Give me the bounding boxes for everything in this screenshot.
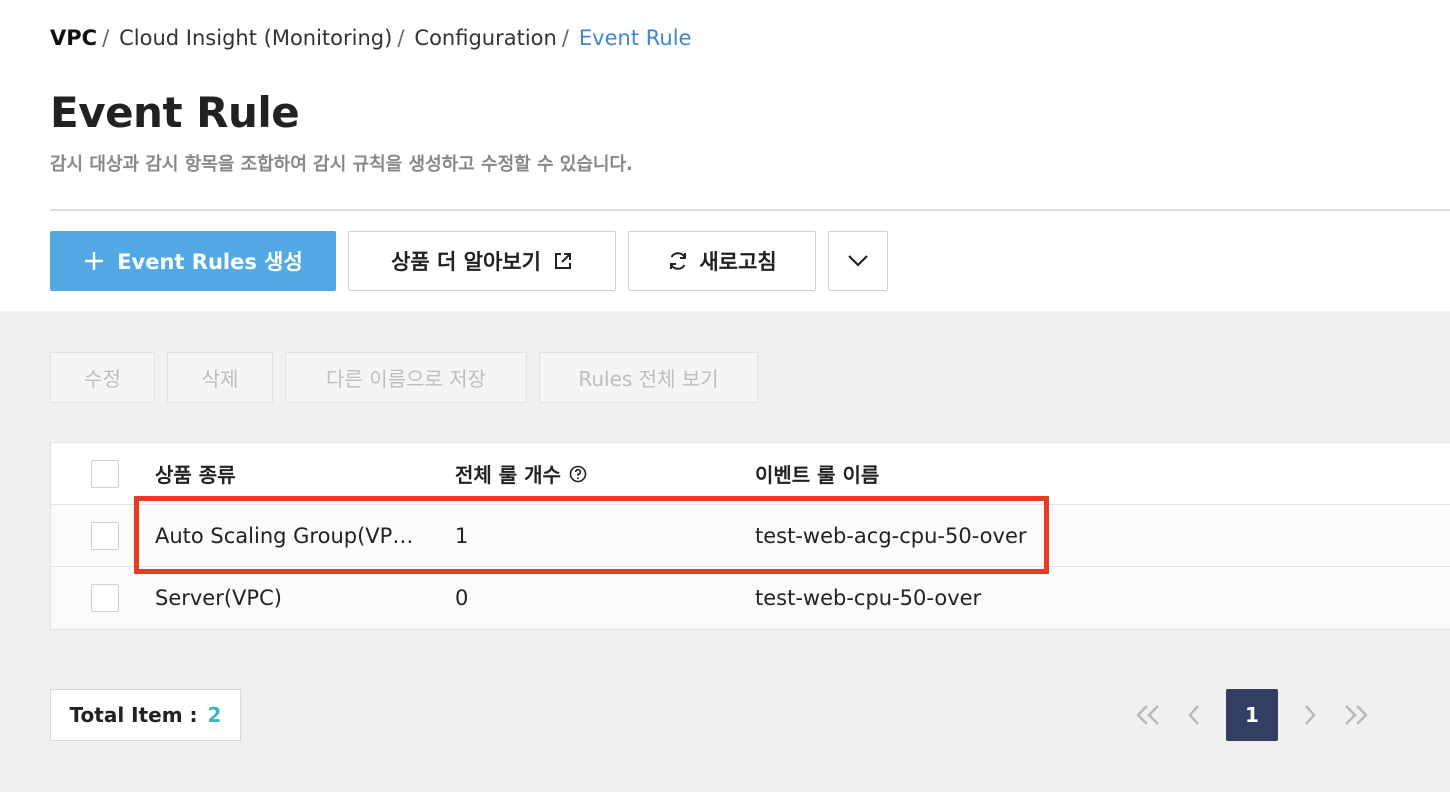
chevron-down-icon	[847, 254, 869, 268]
table-header-row: 상품 종류 전체 룰 개수 이벤트 룰 이름	[51, 443, 1450, 505]
plus-icon	[83, 250, 105, 272]
refresh-icon	[667, 250, 689, 272]
cell-event-rule-name: test-web-acg-cpu-50-over	[755, 523, 1027, 548]
page-title: Event Rule	[50, 88, 300, 137]
create-event-rules-button[interactable]: Event Rules 생성	[50, 231, 336, 291]
more-options-dropdown[interactable]	[828, 231, 888, 291]
top-panel: VPC / Cloud Insight (Monitoring) / Confi…	[0, 0, 1450, 311]
event-rule-table: 상품 종류 전체 룰 개수 이벤트 룰 이름 Auto Scaling Grou…	[50, 442, 1450, 630]
table-row[interactable]: Server(VPC) 0 test-web-cpu-50-over	[51, 567, 1450, 629]
delete-button[interactable]: 삭제	[167, 352, 273, 403]
page-description: 감시 대상과 감시 항목을 조합하여 감시 규칙을 생성하고 수정할 수 있습니…	[50, 154, 633, 175]
view-all-rules-button[interactable]: Rules 전체 보기	[539, 352, 758, 403]
next-page-button[interactable]	[1294, 689, 1326, 741]
breadcrumb-item-cloud-insight[interactable]: Cloud Insight (Monitoring)	[119, 26, 392, 50]
create-event-rules-label: Event Rules 생성	[117, 250, 303, 274]
column-header-event-rule-name: 이벤트 룰 이름	[755, 463, 880, 487]
select-all-checkbox[interactable]	[91, 459, 119, 488]
last-page-button[interactable]	[1338, 689, 1374, 741]
cell-product-type: Auto Scaling Group(VP…	[155, 523, 414, 548]
chevron-right-icon	[1303, 704, 1317, 726]
page-number-button[interactable]: 1	[1226, 689, 1278, 741]
cell-rule-count: 0	[455, 586, 469, 610]
double-chevron-right-icon	[1343, 704, 1369, 726]
save-as-button[interactable]: 다른 이름으로 저장	[285, 352, 527, 403]
help-icon[interactable]	[569, 465, 587, 483]
column-header-product-type: 상품 종류	[155, 463, 236, 487]
breadcrumb-item-vpc[interactable]: VPC	[50, 26, 97, 50]
breadcrumb: VPC / Cloud Insight (Monitoring) / Confi…	[50, 26, 691, 50]
cell-event-rule-name: test-web-cpu-50-over	[755, 586, 982, 610]
refresh-label: 새로고침	[699, 250, 777, 274]
table-row[interactable]: Auto Scaling Group(VP… 1 test-web-acg-cp…	[51, 505, 1450, 567]
total-item-value: 2	[207, 703, 222, 727]
column-header-rule-count: 전체 룰 개수	[455, 459, 587, 488]
column-header-rule-count-label: 전체 룰 개수	[455, 463, 561, 487]
breadcrumb-item-event-rule: Event Rule	[578, 26, 692, 50]
external-link-icon	[553, 251, 573, 271]
row-checkbox[interactable]	[91, 521, 119, 550]
breadcrumb-separator: /	[397, 26, 405, 50]
cell-rule-count: 1	[455, 523, 469, 548]
refresh-button[interactable]: 새로고침	[628, 231, 816, 291]
first-page-button[interactable]	[1130, 689, 1166, 741]
edit-button[interactable]: 수정	[50, 352, 155, 403]
header-divider	[50, 209, 1450, 211]
total-item-label: Total Item :	[69, 703, 198, 727]
breadcrumb-separator: /	[561, 26, 569, 50]
learn-more-label: 상품 더 알아보기	[391, 250, 541, 274]
previous-page-button[interactable]	[1178, 689, 1210, 741]
total-item-count: Total Item : 2	[50, 689, 241, 741]
chevron-left-icon	[1187, 704, 1201, 726]
cell-product-type: Server(VPC)	[155, 586, 282, 610]
breadcrumb-separator: /	[102, 26, 110, 50]
double-chevron-left-icon	[1135, 704, 1161, 726]
row-checkbox[interactable]	[91, 584, 119, 612]
learn-more-button[interactable]: 상품 더 알아보기	[348, 231, 616, 291]
breadcrumb-item-configuration[interactable]: Configuration	[414, 26, 556, 50]
